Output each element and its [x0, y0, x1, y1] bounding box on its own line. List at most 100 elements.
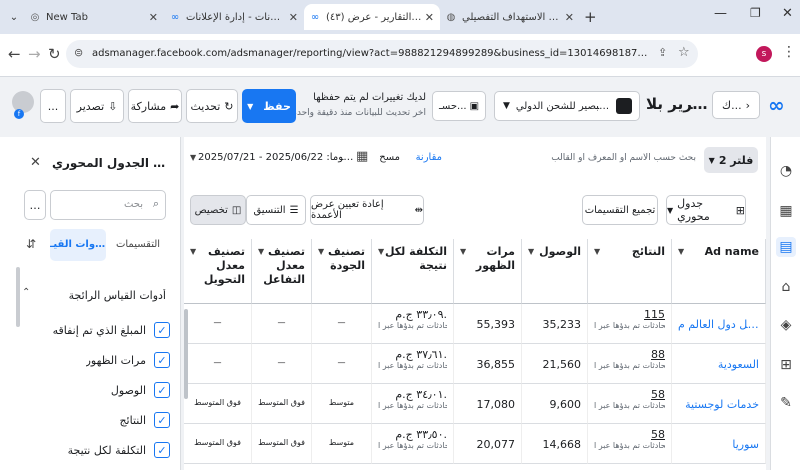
filter-count-button[interactable]: ▼ 2 فلتر [704, 147, 758, 173]
browser-tab-2[interactable]: ∞ (٤٣) مدير الإعلانات - التقارير - عرض ✕ [304, 4, 440, 30]
restore-icon[interactable]: ❐ [750, 6, 761, 20]
save-button[interactable]: ▼ حفظ [242, 89, 296, 123]
column-header-results[interactable]: ▼ النتائج [588, 239, 672, 304]
browser-tab-1[interactable]: ∞ مدير الإعلانات - إدارة الإعلانات - ✕ [164, 4, 304, 30]
metric-checkbox-row[interactable]: ✓ النتائج [10, 409, 170, 431]
profile-avatar[interactable]: s [756, 46, 772, 62]
panel-scrollbar[interactable] [16, 267, 20, 327]
window-close-icon[interactable]: ✕ [782, 6, 793, 21]
panel-search-input[interactable]: بحث ⌕ [50, 190, 166, 220]
sort-icon[interactable]: ⇵ [26, 237, 36, 251]
checkbox-checked-icon[interactable]: ✓ [154, 322, 170, 338]
share-button[interactable]: مشاركة ➦ [128, 89, 182, 123]
table-cell-engagement: فوق المتوسط [252, 424, 312, 464]
table-cell-impressions: 55,393 [454, 304, 522, 344]
browser-tab-3[interactable]: ◍ تحديات على الاستهداف التفصيلي ✕ [440, 4, 580, 30]
back-button[interactable]: ك... › [712, 91, 760, 119]
table-cell-name[interactable]: سوريا [672, 424, 766, 464]
table-cell-results[interactable]: 58محادثات تم بدؤها عبر ا... [588, 424, 672, 464]
browser-tab-0[interactable]: ◎ New Tab ✕ [24, 4, 164, 30]
table-cell-name[interactable]: السعودية [672, 344, 766, 384]
table-cell-results[interactable]: 115محادثات تم بدؤها عبر ا... [588, 304, 672, 344]
more-options-button[interactable]: ... [40, 89, 66, 123]
account-selector[interactable]: ▼ شركة البصير للشحن الدولي [494, 91, 640, 121]
date-dropdown-icon[interactable]: ▼ [190, 153, 196, 162]
tab-search-button[interactable]: ⌄ [4, 4, 24, 30]
new-tab-icon[interactable]: + [584, 8, 597, 26]
gauge-icon[interactable]: ◔ [776, 161, 796, 181]
table-cell-name[interactable]: كل دول العالم م... [672, 304, 766, 344]
alerts-icon[interactable]: ◈ [776, 315, 796, 335]
site-info-icon[interactable]: ⊜ [74, 46, 83, 59]
checkbox-checked-icon[interactable]: ✓ [154, 442, 170, 458]
cell-value: — [213, 318, 222, 327]
tab-breakdowns[interactable]: التقسيمات [112, 239, 164, 250]
sort-dropdown-icon[interactable]: ▼ [258, 245, 264, 259]
metric-checkbox-row[interactable]: ✓ مرات الظهور [10, 349, 170, 371]
share-page-icon[interactable]: ⇪ [658, 46, 667, 59]
url-field[interactable]: ⊜ adsmanager.facebook.com/adsmanager/rep… [66, 40, 698, 68]
group-breakdowns-button[interactable]: تجميع التقسيمات [582, 195, 658, 225]
tab-metrics[interactable]: أدوات القيـ... [50, 229, 106, 261]
forward-icon[interactable]: → [28, 45, 41, 63]
settings-icon[interactable]: ✎ [776, 393, 796, 413]
export-button[interactable]: تصدير ⇩ [70, 89, 124, 123]
tab-close-icon[interactable]: ✕ [149, 11, 158, 24]
customize-pivot-panel: ✕ تخصيص الجدول المحوري … بحث ⌕ ⇵ أدوات ا… [0, 137, 181, 470]
metric-checkbox-row[interactable]: ✓ الوصول [10, 379, 170, 401]
calendar-icon[interactable]: ▦ [356, 149, 368, 164]
column-header-ad-name[interactable]: ▼ Ad name [672, 239, 766, 304]
sort-dropdown-icon[interactable]: ▼ [190, 245, 196, 259]
filter-search-input[interactable]: بحث حسب الاسم أو المعرف أو القالب [484, 153, 696, 163]
sort-dropdown-icon[interactable]: ▼ [378, 245, 384, 259]
compare-toggle[interactable]: مقارنة [412, 152, 442, 163]
panel-more-button[interactable]: … [24, 190, 46, 220]
tab-close-icon[interactable]: ✕ [289, 11, 298, 24]
clear-button[interactable]: مسح [378, 152, 400, 163]
table-cell-reach: 21,560 [522, 344, 588, 384]
campaign-icon[interactable]: ⌂ [776, 277, 796, 297]
format-button[interactable]: التنسيق ☰ [246, 195, 306, 225]
browser-menu-icon[interactable]: ⋮ [782, 44, 796, 60]
table-icon[interactable]: ▦ [776, 201, 796, 221]
column-header-quality[interactable]: ▼ تصنيف الجودة [312, 239, 372, 304]
column-header-cost-per-result[interactable]: ▼ التكلفة لكل نتيجة [372, 239, 454, 304]
sort-dropdown-icon[interactable]: ▼ [460, 245, 466, 259]
table-cell-name[interactable]: خدمات لوجستية [672, 384, 766, 424]
table-scrollbar[interactable] [184, 309, 188, 399]
checkbox-checked-icon[interactable]: ✓ [154, 412, 170, 428]
table-cell-results[interactable]: 88محادثات تم بدؤها عبر ا... [588, 344, 672, 384]
customize-button[interactable]: تخصيص ◫ [190, 195, 246, 225]
metric-checkbox-row[interactable]: ✓ المبلغ الذي تم إنفاقه [10, 319, 170, 341]
panel-close-icon[interactable]: ✕ [30, 155, 41, 170]
column-header-impressions[interactable]: ▼ مرات الظهور [454, 239, 522, 304]
column-header-conversion[interactable]: ▼ تصنيف معدل التحويل [184, 239, 252, 304]
tab-close-icon[interactable]: ✕ [565, 11, 574, 24]
tab-close-icon[interactable]: ✕ [425, 11, 434, 24]
search-icon: ⌕ [152, 197, 159, 210]
metric-checkbox-row[interactable]: ✓ التكلفة لكل نتيجة [10, 439, 170, 461]
refresh-button[interactable]: تحديث ↻ [186, 89, 238, 123]
sort-dropdown-icon[interactable]: ▼ [678, 245, 684, 259]
reset-column-width-button[interactable]: إعادة تعيين عرض الأعمدة ⇹ [310, 195, 424, 225]
table-cell-cost: ٣٤٫٠١ ج.م.محادثات تم بدؤها عبر ا... [372, 384, 454, 424]
table-cell-results[interactable]: 58محادثات تم بدؤها عبر ا... [588, 384, 672, 424]
minimize-icon[interactable]: — [714, 6, 727, 21]
reports-icon[interactable]: ▤ [776, 237, 796, 257]
bookmark-star-icon[interactable]: ☆ [678, 45, 690, 60]
sort-dropdown-icon[interactable]: ▼ [528, 245, 534, 259]
sort-dropdown-icon[interactable]: ▼ [594, 245, 600, 259]
view-type-select[interactable]: ▼ جدول محوري ⊞ [666, 195, 746, 225]
reload-icon[interactable]: ↻ [48, 45, 61, 63]
column-header-reach[interactable]: ▼ الوصول [522, 239, 588, 304]
shortcuts-icon[interactable]: ⊞ [776, 355, 796, 375]
date-range-picker[interactable]: آخر 30 يوما: 2025/06/22 - 2025/07/21 [198, 152, 354, 163]
checkbox-checked-icon[interactable]: ✓ [154, 352, 170, 368]
back-icon[interactable]: ← [8, 45, 21, 63]
chevron-up-icon[interactable]: ⌃ [22, 287, 30, 298]
checkbox-checked-icon[interactable]: ✓ [154, 382, 170, 398]
account-filter-button[interactable]: حسـ... ▣ [432, 91, 486, 121]
column-header-engagement[interactable]: ▼ تصنيف معدل التفاعل [252, 239, 312, 304]
save-dropdown-icon[interactable]: ▼ [247, 102, 253, 111]
sort-dropdown-icon[interactable]: ▼ [318, 245, 324, 259]
